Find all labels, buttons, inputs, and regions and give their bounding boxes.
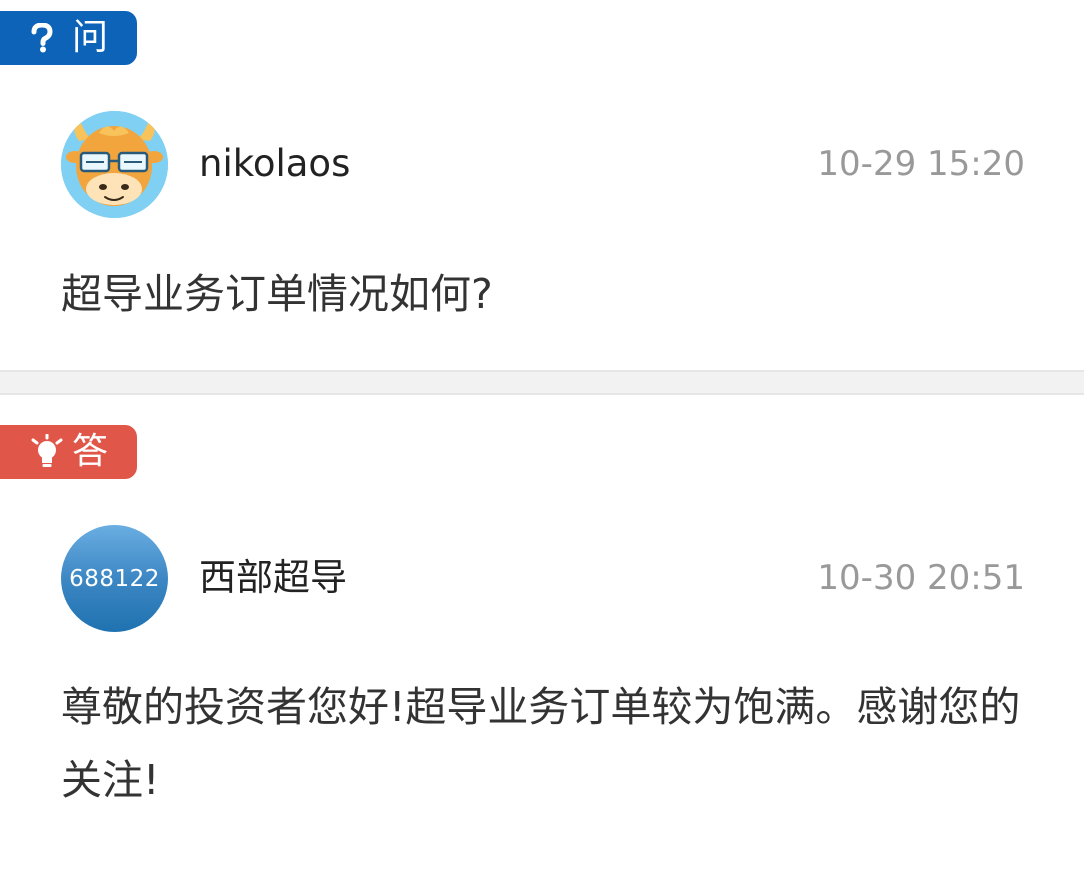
answer-text: 尊敬的投资者您好!超导业务订单较为饱满。感谢您的关注! [61, 683, 1021, 804]
asker-avatar[interactable] [61, 111, 168, 218]
section-divider [0, 370, 1084, 395]
lightbulb-icon [30, 434, 64, 470]
answer-badge: 答 [0, 425, 137, 479]
question-text: 超导业务订单情况如何? [61, 270, 493, 318]
stock-code: 688122 [69, 565, 160, 592]
answer-badge-label: 答 [72, 431, 109, 472]
question-badge: 问 [0, 11, 137, 65]
question-badge-label: 问 [72, 17, 109, 58]
question-mark-icon [30, 23, 54, 53]
responder-name[interactable]: 西部超导 [199, 559, 347, 596]
responder-avatar[interactable]: 688122 [61, 525, 168, 632]
question-timestamp: 10-29 15:20 [817, 144, 1025, 184]
answer-timestamp: 10-30 20:51 [817, 558, 1025, 598]
asker-name[interactable]: nikolaos [199, 145, 350, 182]
